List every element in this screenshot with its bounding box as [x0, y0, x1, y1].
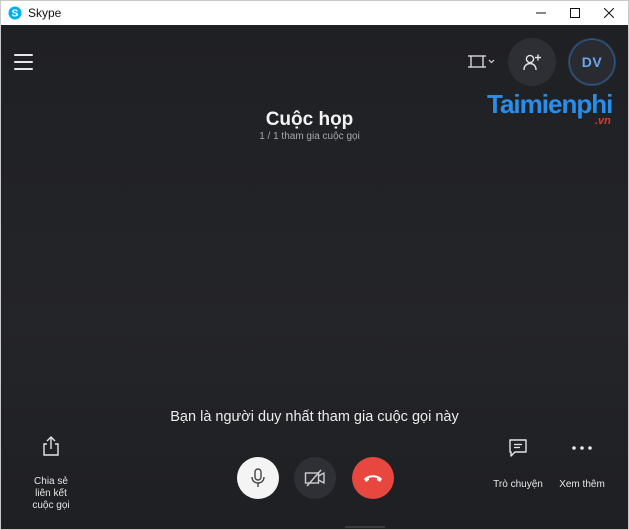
- chat-button[interactable]: Trò chuyện: [488, 438, 548, 490]
- skype-window: S Skype DV Taimienphi .vn Cuộc họp 1 / 1…: [0, 0, 629, 530]
- hang-up-button[interactable]: [352, 457, 394, 499]
- call-stage: DV Taimienphi .vn Cuộc họp 1 / 1 tham gi…: [1, 25, 628, 529]
- share-label-line: Chia sẻ: [34, 476, 68, 487]
- minimize-button[interactable]: [524, 1, 558, 25]
- minimize-icon: [536, 12, 546, 14]
- add-person-icon: [523, 54, 541, 71]
- title-bar: S Skype: [1, 1, 628, 25]
- share-icon: [43, 436, 59, 456]
- share-label-line: cuộc gọi: [32, 500, 70, 511]
- menu-bar: [14, 54, 33, 56]
- video-off-icon: [304, 469, 325, 487]
- add-people-button[interactable]: [508, 38, 556, 86]
- maximize-button[interactable]: [558, 1, 592, 25]
- skype-logo-icon: S: [8, 6, 22, 20]
- maximize-icon: [570, 8, 580, 18]
- microphone-button[interactable]: [237, 457, 279, 499]
- chat-label: Trò chuyện: [493, 479, 543, 490]
- more-options-button[interactable]: Xem thêm: [552, 438, 612, 490]
- svg-text:S: S: [12, 9, 19, 20]
- share-call-link-button[interactable]: Chia sẻ liên kết cuộc gọi: [23, 435, 79, 512]
- menu-button[interactable]: [14, 53, 34, 71]
- close-button[interactable]: [592, 1, 626, 25]
- video-toggle-button[interactable]: [294, 457, 336, 499]
- menu-bar: [14, 68, 33, 70]
- scroll-indicator: [345, 526, 385, 528]
- alone-message: Bạn là người duy nhất tham gia cuộc gọi …: [170, 409, 459, 425]
- share-label-line: liên kết: [35, 488, 67, 499]
- meeting-title: Cuộc họp: [265, 109, 354, 130]
- more-dots-icon: [572, 446, 592, 450]
- chat-icon: [509, 439, 527, 457]
- more-label: Xem thêm: [559, 479, 605, 490]
- avatar[interactable]: DV: [568, 38, 616, 86]
- close-icon: [604, 8, 614, 18]
- microphone-icon: [251, 468, 265, 487]
- share-label: Chia sẻ liên kết cuộc gọi: [23, 476, 79, 512]
- layout-grid-icon[interactable]: [467, 52, 497, 72]
- participant-count: 1 / 1 tham gia cuộc gọi: [259, 131, 360, 142]
- window-title: Skype: [28, 6, 62, 20]
- hang-up-icon: [364, 475, 382, 482]
- menu-bar: [14, 61, 33, 63]
